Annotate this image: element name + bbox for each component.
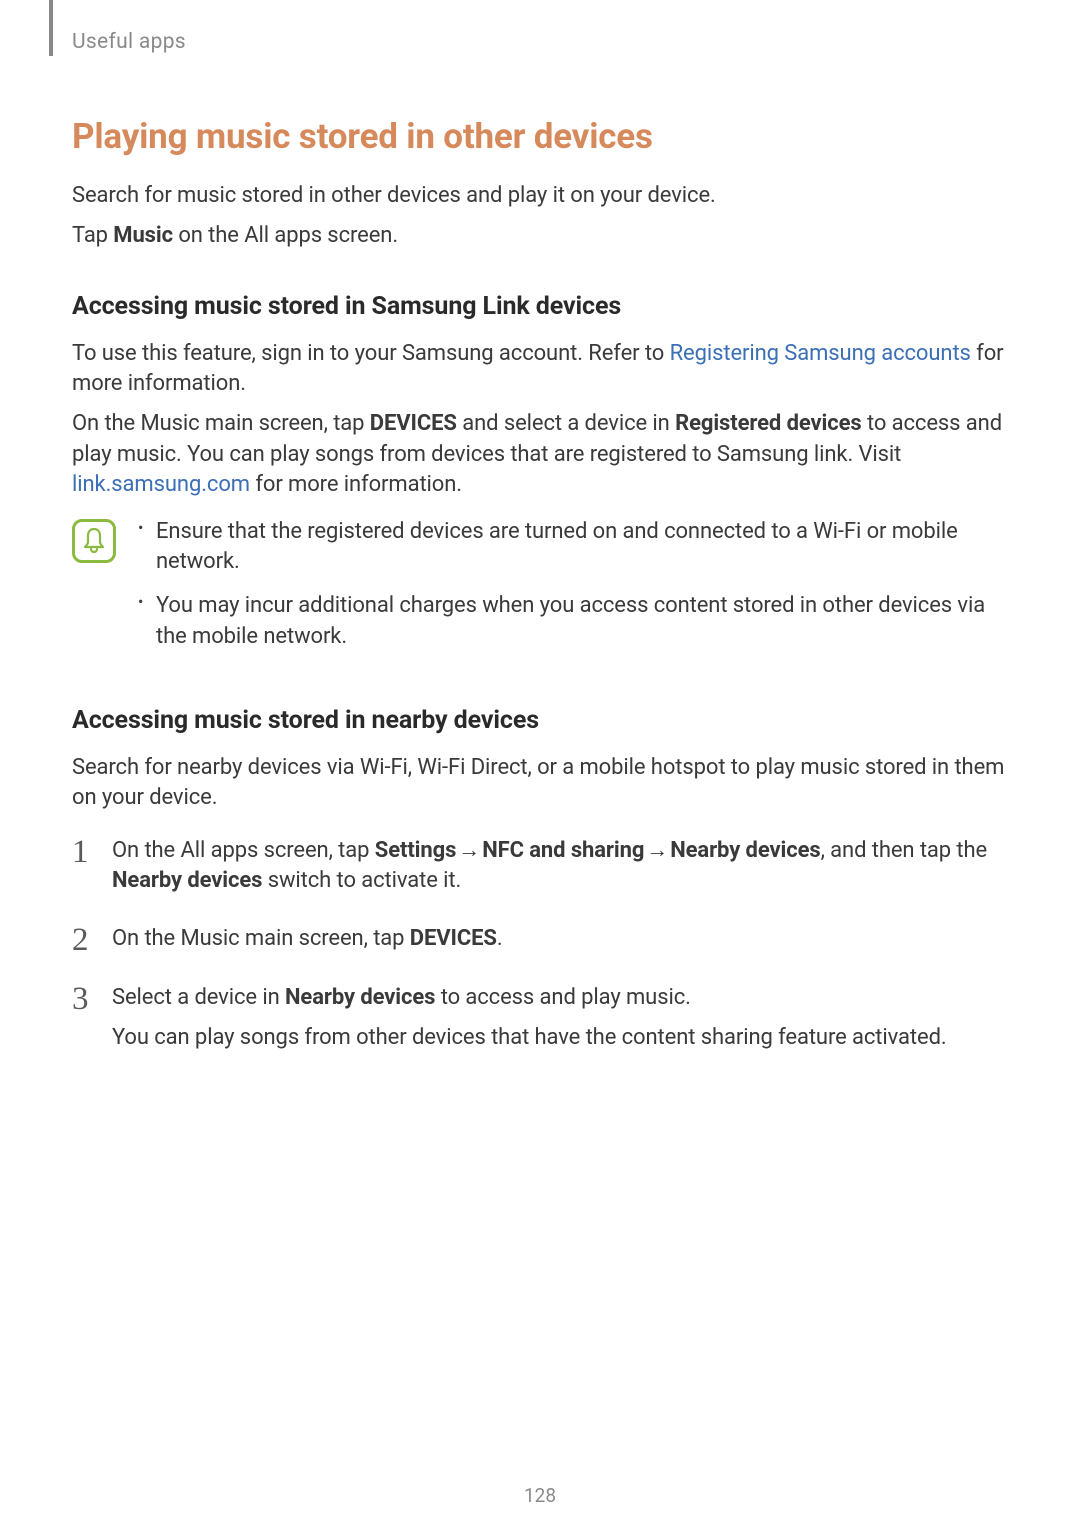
text-bold: Registered devices (675, 411, 862, 436)
text: , and then tap the (821, 838, 988, 863)
intro-paragraph-2: Tap Music on the All apps screen. (72, 221, 1008, 251)
section-heading: Accessing music stored in nearby devices (72, 706, 1008, 735)
text-bold: Nearby devices (285, 985, 435, 1010)
step-subtext: You can play songs from other devices th… (112, 1023, 1008, 1053)
page-header: Useful apps (0, 0, 1080, 54)
page-number: 128 (0, 1484, 1080, 1507)
note-icon-wrap (72, 519, 124, 563)
numbered-list: 1 On the All apps screen, tap Settings →… (72, 836, 1008, 1054)
text: for more information. (250, 472, 462, 497)
text-bold: Music (113, 223, 173, 248)
text: and select a device in (457, 411, 675, 436)
note-item: Ensure that the registered devices are t… (134, 517, 1008, 578)
paragraph: On the Music main screen, tap DEVICES an… (72, 409, 1008, 500)
text-bold: Nearby devices (112, 868, 262, 893)
text: Tap (72, 223, 113, 248)
paragraph: Search for nearby devices via Wi-Fi, Wi-… (72, 753, 1008, 814)
text-bold: Nearby devices (670, 838, 820, 863)
text-bold: NFC and sharing (482, 838, 644, 863)
list-item: 2 On the Music main screen, tap DEVICES. (72, 924, 1008, 954)
arrow-icon: → (456, 836, 482, 866)
note-item: You may incur additional charges when yo… (134, 591, 1008, 652)
arrow-icon: → (644, 836, 670, 866)
list-item: 3 Select a device in Nearby devices to a… (72, 983, 1008, 1054)
text-bold: DEVICES (370, 411, 457, 436)
page-content: Playing music stored in other devices Se… (0, 116, 1080, 1053)
step-number: 3 (72, 977, 88, 1023)
intro-paragraph-1: Search for music stored in other devices… (72, 181, 1008, 211)
step-number: 1 (72, 830, 88, 876)
link-samsung-com[interactable]: link.samsung.com (72, 472, 250, 497)
text: . (497, 926, 503, 951)
bell-icon-svg (82, 528, 106, 554)
text-bold: Settings (375, 838, 457, 863)
section-heading: Accessing music stored in Samsung Link d… (72, 292, 1008, 321)
step-number: 2 (72, 918, 88, 964)
header-mark (49, 0, 53, 56)
text: On the Music main screen, tap (112, 926, 410, 951)
note-list: Ensure that the registered devices are t… (134, 517, 1008, 666)
text: Select a device in (112, 985, 285, 1010)
list-item: 1 On the All apps screen, tap Settings →… (72, 836, 1008, 897)
text-bold: DEVICES (410, 926, 497, 951)
link-registering-samsung-accounts[interactable]: Registering Samsung accounts (670, 341, 971, 366)
paragraph: To use this feature, sign in to your Sam… (72, 339, 1008, 400)
text: On the Music main screen, tap (72, 411, 370, 436)
bell-icon (72, 519, 116, 563)
text: to access and play music. (435, 985, 690, 1010)
page-title: Playing music stored in other devices (72, 116, 1008, 157)
text: on the All apps screen. (173, 223, 398, 248)
text: To use this feature, sign in to your Sam… (72, 341, 670, 366)
note-box: Ensure that the registered devices are t… (72, 517, 1008, 666)
breadcrumb: Useful apps (72, 30, 1080, 54)
text: switch to activate it. (262, 868, 461, 893)
text: On the All apps screen, tap (112, 838, 375, 863)
